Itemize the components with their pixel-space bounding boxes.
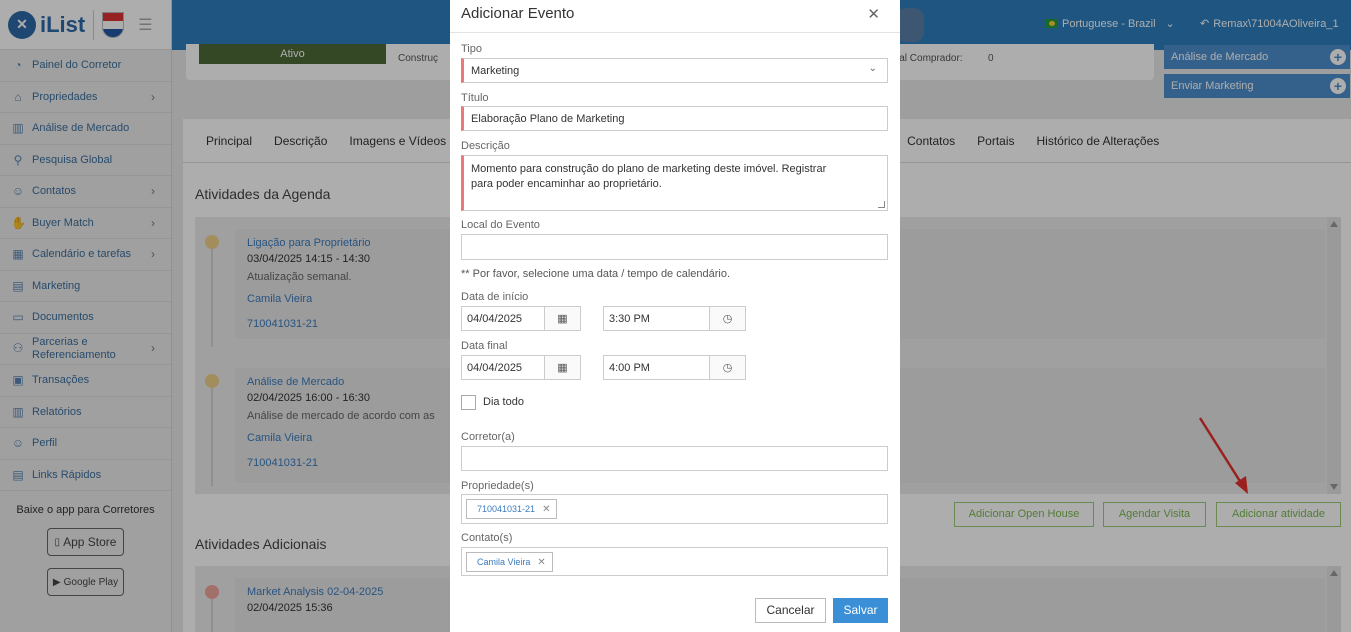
title-label: Título (461, 92, 489, 104)
description-textarea[interactable]: Momento para construção do plano de mark… (461, 155, 888, 211)
property-chip-label: 710041031-21 (477, 504, 536, 514)
start-date-input[interactable]: 04/04/2025 (461, 306, 545, 331)
contacts-label: Contato(s) (461, 532, 513, 544)
start-date-label: Data de início (461, 291, 529, 303)
broker-input[interactable] (461, 446, 888, 471)
clock-icon[interactable]: ◷ (709, 306, 746, 331)
calendar-icon[interactable]: ▦ (544, 306, 581, 331)
remove-chip-icon[interactable]: ✕ (542, 504, 550, 515)
contact-chip[interactable]: Camila Vieira ✕ (466, 552, 553, 572)
properties-label: Propriedade(s) (461, 480, 534, 492)
modal-divider (450, 32, 900, 33)
type-label: Tipo (461, 43, 482, 55)
property-chip[interactable]: 710041031-21 ✕ (466, 499, 558, 519)
description-value: Momento para construção do plano de mark… (471, 163, 827, 190)
date-note: ** Por favor, selecione uma data / tempo… (461, 268, 731, 280)
all-day-checkbox[interactable] (461, 395, 476, 410)
start-time-input[interactable]: 3:30 PM (603, 306, 710, 331)
resize-grip-icon[interactable] (878, 201, 885, 208)
calendar-icon[interactable]: ▦ (544, 355, 581, 380)
contacts-input[interactable]: Camila Vieira ✕ (461, 547, 888, 576)
end-time-input[interactable]: 4:00 PM (603, 355, 710, 380)
end-date-input[interactable]: 04/04/2025 (461, 355, 545, 380)
chevron-down-icon: ⌄ (868, 63, 877, 74)
title-value: Elaboração Plano de Marketing (471, 112, 625, 125)
remove-chip-icon[interactable]: ✕ (537, 557, 545, 568)
cancel-button[interactable]: Cancelar (755, 598, 826, 623)
properties-input[interactable]: 710041031-21 ✕ (461, 494, 888, 524)
location-label: Local do Evento (461, 219, 540, 231)
location-input[interactable] (461, 234, 888, 260)
title-input[interactable]: Elaboração Plano de Marketing (461, 106, 888, 131)
type-select[interactable]: Marketing ⌄ (461, 58, 888, 83)
description-label: Descrição (461, 140, 510, 152)
type-value: Marketing (471, 64, 520, 77)
contact-chip-label: Camila Vieira (477, 557, 531, 567)
save-button[interactable]: Salvar (833, 598, 888, 623)
add-event-modal: Adicionar Evento ✕ Tipo Marketing ⌄ Títu… (450, 0, 900, 632)
close-icon[interactable]: ✕ (867, 5, 880, 23)
modal-title: Adicionar Evento (461, 5, 575, 22)
broker-label: Corretor(a) (461, 431, 515, 443)
clock-icon[interactable]: ◷ (709, 355, 746, 380)
end-date-label: Data final (461, 340, 508, 352)
all-day-label: Dia todo (483, 396, 524, 408)
